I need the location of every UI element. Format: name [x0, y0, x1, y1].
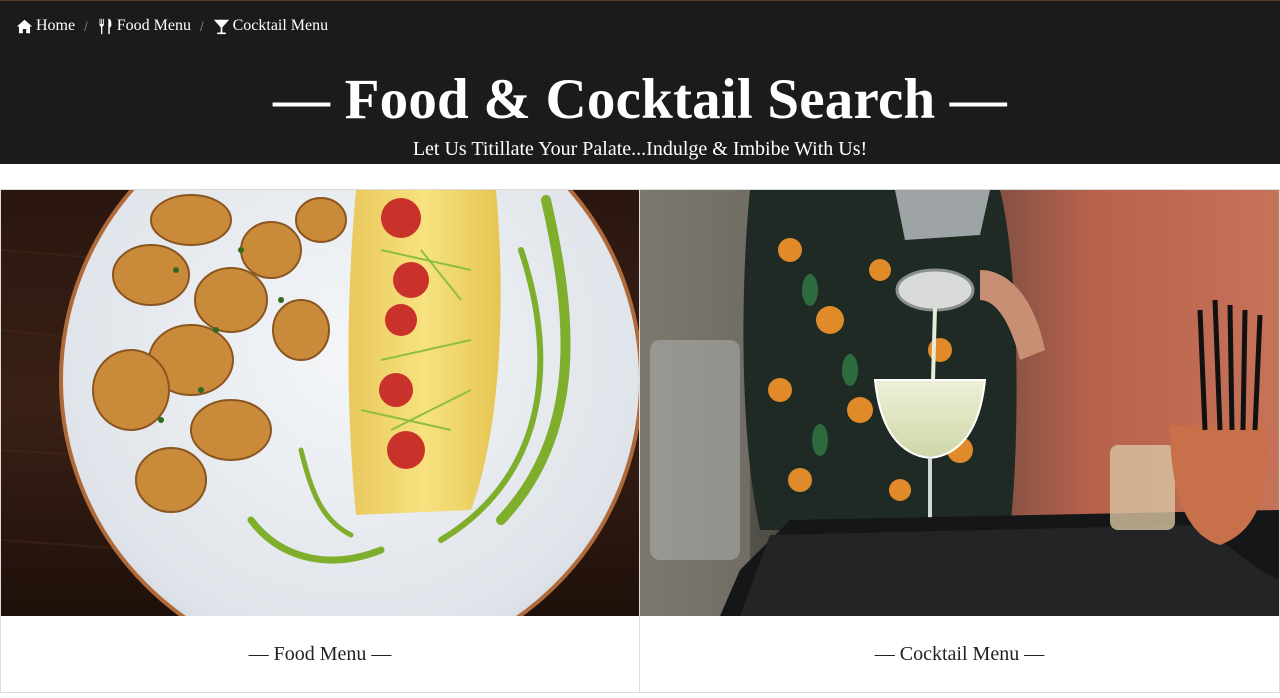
cocktail-menu-card[interactable]: — Cocktail Menu —	[640, 189, 1280, 693]
cocktail-glass-icon	[213, 19, 229, 34]
breadcrumb-home-link[interactable]: Home	[16, 17, 75, 35]
page-header: Home / Food Menu / Cocktail Menu — Food …	[0, 0, 1280, 164]
food-menu-card[interactable]: — Food Menu —	[0, 189, 640, 693]
cocktail-bar-illustration	[640, 190, 1279, 616]
breadcrumb-food-label: Food Menu	[116, 17, 191, 34]
home-icon	[16, 19, 33, 33]
breadcrumb-cocktail-link[interactable]: Cocktail Menu	[213, 17, 329, 35]
menu-cards: — Food Menu — — Cocktail Menu —	[0, 189, 1280, 693]
utensils-icon	[99, 18, 112, 34]
breadcrumb-cocktail-label: Cocktail Menu	[232, 17, 329, 34]
page-subtitle: Let Us Titillate Your Palate...Indulge &…	[412, 138, 868, 160]
food-plate-photo[interactable]	[1, 190, 639, 616]
page-title: — Food & Cocktail Search —	[272, 68, 1008, 131]
cocktail-menu-label[interactable]: — Cocktail Menu —	[640, 616, 1279, 692]
cocktail-bartender-photo[interactable]	[640, 190, 1279, 616]
food-menu-label[interactable]: — Food Menu —	[1, 616, 639, 692]
breadcrumb-food-link[interactable]: Food Menu	[97, 17, 191, 35]
breadcrumb: Home / Food Menu / Cocktail Menu	[16, 15, 328, 37]
food-plate-illustration	[1, 190, 639, 616]
breadcrumb-home-label: Home	[36, 17, 76, 34]
breadcrumb-separator: /	[199, 18, 204, 34]
breadcrumb-separator: /	[84, 18, 88, 34]
